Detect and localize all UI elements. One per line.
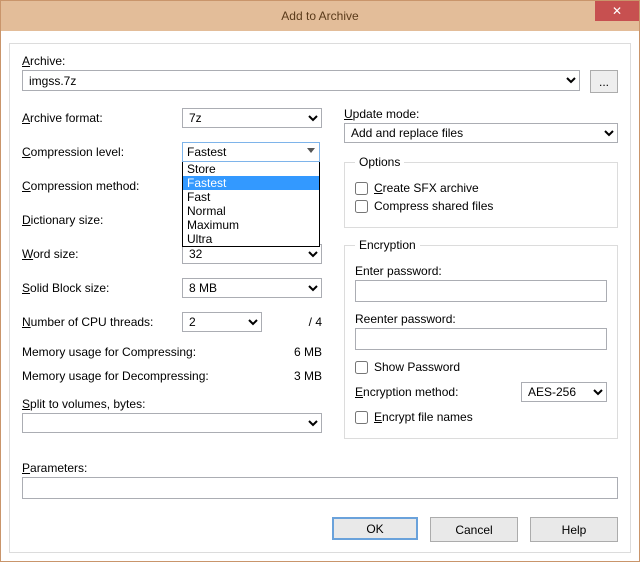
solid-select[interactable]: 8 MB — [182, 278, 322, 298]
browse-button[interactable]: ... — [590, 70, 618, 93]
archive-label: Archive: — [22, 54, 618, 68]
options-legend: Options — [355, 155, 404, 169]
encryption-group: Encryption Enter password: Reenter passw… — [344, 238, 618, 439]
enc-method-label: Encryption method: — [355, 385, 458, 399]
format-select[interactable]: 7z — [182, 108, 322, 128]
level-option-fastest[interactable]: Fastest — [183, 176, 319, 190]
sfx-label: Create SFX archive — [374, 181, 479, 195]
mem-comp-label: Memory usage for Compressing: — [22, 345, 196, 359]
dialog-window: Add to Archive ✕ Archive: imgss.7z ... A… — [0, 0, 640, 562]
dict-label: Dictionary size: — [22, 213, 182, 227]
enter-pw-label: Enter password: — [355, 264, 607, 278]
params-input[interactable] — [22, 477, 618, 499]
encrypt-names-row[interactable]: Encrypt file names — [355, 410, 607, 424]
level-label: Compression level: — [22, 145, 182, 159]
encrypt-names-checkbox[interactable] — [355, 411, 368, 424]
close-button[interactable]: ✕ — [595, 1, 639, 21]
level-option-maximum[interactable]: Maximum — [183, 218, 319, 232]
button-row: OK Cancel Help — [332, 517, 618, 542]
word-label: Word size: — [22, 247, 182, 261]
sfx-checkbox-row[interactable]: Create SFX archive — [355, 181, 607, 195]
threads-label: Number of CPU threads: — [22, 315, 182, 329]
params-label: Parameters: — [22, 461, 618, 475]
level-select[interactable]: Fastest Store Fastest Fast Normal Maximu… — [182, 142, 320, 247]
encrypt-names-label: Encrypt file names — [374, 410, 473, 424]
show-pw-row[interactable]: Show Password — [355, 360, 607, 374]
mem-comp-value: 6 MB — [294, 345, 322, 359]
threads-select[interactable]: 2 — [182, 312, 262, 332]
help-label: Help — [562, 523, 587, 537]
sfx-checkbox[interactable] — [355, 182, 368, 195]
word-select[interactable]: 32 — [182, 244, 322, 264]
shared-checkbox-row[interactable]: Compress shared files — [355, 199, 607, 213]
level-option-fast[interactable]: Fast — [183, 190, 319, 204]
update-select[interactable]: Add and replace files — [344, 123, 618, 143]
shared-label: Compress shared files — [374, 199, 493, 213]
window-title: Add to Archive — [281, 9, 358, 23]
password-confirm-input[interactable] — [355, 328, 607, 350]
close-icon: ✕ — [612, 5, 622, 17]
cancel-label: Cancel — [455, 523, 492, 537]
split-label: Split to volumes, bytes: — [22, 397, 322, 411]
level-select-list[interactable]: Store Fastest Fast Normal Maximum Ultra — [182, 162, 320, 247]
cancel-button[interactable]: Cancel — [430, 517, 518, 542]
right-column: Update mode: Add and replace files Optio… — [344, 107, 618, 449]
archive-path-input[interactable]: imgss.7z — [22, 70, 580, 91]
dialog-body: Archive: imgss.7z ... Archive format: 7z — [9, 43, 631, 553]
level-select-value[interactable]: Fastest — [182, 142, 320, 162]
encryption-legend: Encryption — [355, 238, 420, 252]
level-option-store[interactable]: Store — [183, 162, 319, 176]
left-column: Archive format: 7z Compression level: Fa… — [22, 107, 322, 449]
method-label: Compression method: — [22, 179, 182, 193]
help-button[interactable]: Help — [530, 517, 618, 542]
ok-button[interactable]: OK — [332, 517, 418, 540]
threads-max: / 4 — [309, 315, 322, 329]
reenter-pw-label: Reenter password: — [355, 312, 607, 326]
split-select[interactable] — [22, 413, 322, 433]
shared-checkbox[interactable] — [355, 200, 368, 213]
titlebar: Add to Archive ✕ — [1, 1, 639, 31]
show-pw-checkbox[interactable] — [355, 361, 368, 374]
browse-label: ... — [599, 75, 609, 89]
show-pw-label: Show Password — [374, 360, 460, 374]
options-group: Options Create SFX archive Compress shar… — [344, 155, 618, 228]
update-label: Update mode: — [344, 107, 618, 121]
ok-label: OK — [366, 522, 383, 536]
enc-method-select[interactable]: AES-256 — [521, 382, 607, 402]
mem-decomp-value: 3 MB — [294, 369, 322, 383]
password-input[interactable] — [355, 280, 607, 302]
mem-decomp-label: Memory usage for Decompressing: — [22, 369, 209, 383]
level-option-normal[interactable]: Normal — [183, 204, 319, 218]
level-option-ultra[interactable]: Ultra — [183, 232, 319, 246]
format-label: Archive format: — [22, 111, 182, 125]
solid-label: Solid Block size: — [22, 281, 182, 295]
